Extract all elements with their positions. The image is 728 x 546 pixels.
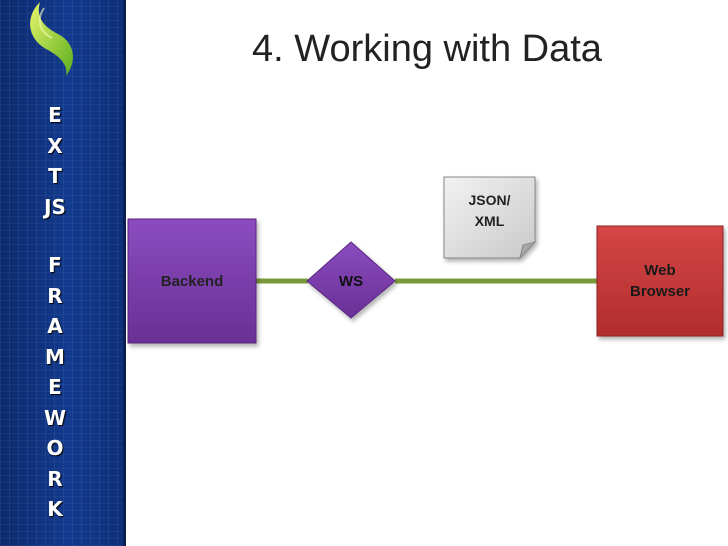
browser-line2: Browser — [629, 283, 691, 300]
browser-line1: Web — [644, 262, 676, 279]
payload-line2: XML — [474, 213, 505, 229]
ws-label: WS — [338, 273, 364, 290]
browser-label: Web Browser — [597, 260, 723, 302]
backend-label: Backend — [160, 273, 224, 290]
payload-line1: JSON/ — [468, 192, 511, 208]
payload-label: JSON/ XML — [444, 190, 535, 232]
